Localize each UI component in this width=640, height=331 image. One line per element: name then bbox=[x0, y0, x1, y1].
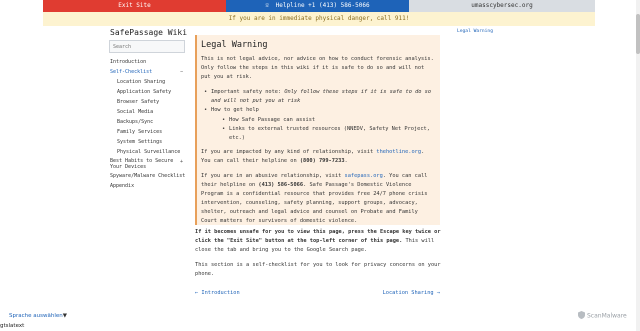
sidebar-item-label: Self-Checklist bbox=[110, 69, 153, 75]
hotline-phone: (800) 799-7233 bbox=[299, 158, 345, 164]
sidebar-item-label: Social Media bbox=[117, 109, 154, 115]
escape-instructions: If it becomes unsafe for you to view thi… bbox=[195, 228, 441, 255]
list-item-text: How to get help bbox=[211, 107, 259, 113]
sidebar-item-appendix[interactable]: Appendix bbox=[110, 181, 186, 191]
top-bar: Exit Site ☏ Helpline +1 (413) 586-5066 u… bbox=[0, 0, 640, 12]
phone-icon: ☏ bbox=[265, 2, 270, 9]
help-list: Important safety note: Only follow these… bbox=[201, 88, 436, 143]
umasscybersec-link[interactable]: umasscybersec.org bbox=[409, 0, 595, 12]
sidebar-item-browser-safety[interactable]: Browser Safety bbox=[110, 97, 186, 107]
gtslatext-label: gtslatext bbox=[0, 323, 25, 329]
scrollbar-thumb[interactable] bbox=[636, 14, 640, 54]
shield-logo-icon bbox=[578, 311, 585, 321]
brand-label: ScanMalware bbox=[587, 312, 627, 320]
prev-page-link[interactable]: ← Introduction bbox=[195, 290, 240, 296]
list-item: Links to external trusted resources (NNE… bbox=[219, 125, 436, 143]
toc-legal-warning-link[interactable]: Legal Warning bbox=[457, 29, 493, 34]
help-sublist: How Safe Passage can assist Links to ext… bbox=[211, 116, 436, 143]
sidebar-item-label: Physical Surveillance bbox=[117, 149, 181, 155]
exit-site-button[interactable]: Exit Site bbox=[43, 0, 226, 12]
sidebar-item-label: Application Safety bbox=[117, 89, 172, 95]
sidebar-item-location-sharing[interactable]: Location Sharing bbox=[110, 77, 186, 87]
paragraph-text: . bbox=[344, 158, 348, 164]
legal-warning-box: Legal Warning This is not legal advice, … bbox=[195, 35, 440, 225]
sidebar-item-system-settings[interactable]: System Settings bbox=[110, 137, 186, 147]
sidebar-nav: Introduction Self-Checklist − Location S… bbox=[110, 57, 186, 191]
sidebar-item-label: Introduction bbox=[110, 59, 147, 65]
legal-warning-heading: Legal Warning bbox=[201, 40, 268, 50]
list-item-text: Links to external trusted resources (NNE… bbox=[229, 126, 430, 141]
next-page-link[interactable]: Location Sharing → bbox=[383, 290, 440, 296]
section-intro: This section is a self-checklist for you… bbox=[195, 262, 441, 277]
sidebar-item-social-media[interactable]: Social Media bbox=[110, 107, 186, 117]
paragraph-text: If you are in an abusive relationship, v… bbox=[201, 173, 345, 179]
sidebar-item-label: Spyware/Malware Checklist bbox=[110, 173, 186, 179]
sidebar-item-label: Family Services bbox=[117, 129, 163, 135]
scanmalware-logo: ScanMalware bbox=[578, 311, 630, 323]
language-selector[interactable]: Sprache auswählen▼ bbox=[9, 313, 67, 319]
list-item: How to get help How Safe Passage can ass… bbox=[201, 106, 436, 143]
safepass-phone: (413) 586-5066 bbox=[258, 182, 304, 188]
safepass-link[interactable]: safepass.org bbox=[345, 173, 383, 179]
safety-note-label: Important safety note: bbox=[211, 89, 285, 95]
sidebar-item-physical-surveillance[interactable]: Physical Surveillance bbox=[110, 147, 186, 157]
page-navigation: ← Introduction Location Sharing → bbox=[195, 290, 440, 298]
list-item-text: How Safe Passage can assist bbox=[229, 117, 316, 123]
list-item: How Safe Passage can assist bbox=[219, 116, 436, 125]
language-label: Sprache auswählen bbox=[9, 313, 63, 319]
hotline-paragraph: If you are impacted by any kind of relat… bbox=[201, 148, 436, 166]
helpline-label: Helpline +1 (413) 586-5066 bbox=[275, 2, 370, 9]
sidebar-item-spyware-checklist[interactable]: Spyware/Malware Checklist bbox=[110, 171, 186, 181]
sidebar-item-introduction[interactable]: Introduction bbox=[110, 57, 186, 67]
collapse-icon[interactable]: − bbox=[180, 67, 183, 77]
paragraph-text: If you are impacted by any kind of relat… bbox=[201, 149, 377, 155]
safepass-paragraph: If you are in an abusive relationship, v… bbox=[201, 172, 436, 226]
sidebar-item-label: System Settings bbox=[117, 139, 163, 145]
expand-icon[interactable]: + bbox=[180, 159, 183, 165]
sidebar-item-label: Your Devices bbox=[110, 164, 147, 170]
legal-warning-text: This is not legal advice, nor advice on … bbox=[201, 56, 434, 80]
sidebar-item-backups-sync[interactable]: Backups/Sync bbox=[110, 117, 186, 127]
danger-banner: If you are in immediate physical danger,… bbox=[43, 12, 595, 26]
main-content: If it becomes unsafe for you to view thi… bbox=[195, 228, 441, 285]
sidebar-item-family-services[interactable]: Family Services bbox=[110, 127, 186, 137]
sidebar-item-best-habits[interactable]: Best Habits to Secure Your Devices + bbox=[110, 157, 186, 171]
search-input[interactable] bbox=[109, 40, 185, 53]
sidebar-item-self-checklist[interactable]: Self-Checklist − bbox=[110, 67, 186, 77]
sidebar-item-label: Browser Safety bbox=[117, 99, 160, 105]
sidebar-item-application-safety[interactable]: Application Safety bbox=[110, 87, 186, 97]
dropdown-caret-icon: ▼ bbox=[62, 313, 67, 319]
sidebar-item-label: Backups/Sync bbox=[117, 119, 154, 125]
sidebar-item-label: Location Sharing bbox=[117, 79, 166, 85]
paragraph-text: . Safe Passage's Domestic Violence Progr… bbox=[201, 182, 428, 224]
sidebar-item-label: Appendix bbox=[110, 183, 135, 189]
list-item: Important safety note: Only follow these… bbox=[201, 88, 436, 106]
site-title[interactable]: SafePassage Wiki bbox=[110, 28, 187, 37]
helpline-button[interactable]: ☏ Helpline +1 (413) 586-5066 bbox=[226, 0, 409, 12]
thehotline-link[interactable]: thehotline.org bbox=[376, 149, 421, 155]
